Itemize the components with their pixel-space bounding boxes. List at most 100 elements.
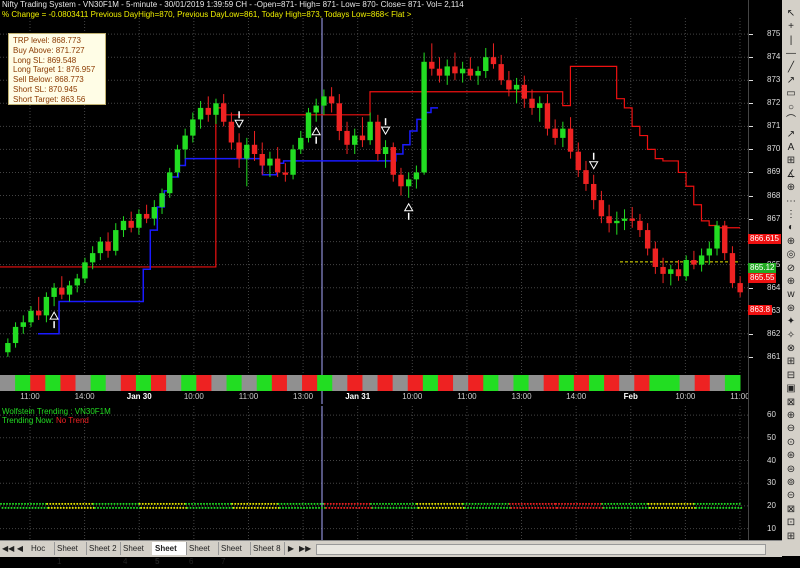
candle <box>136 209 142 235</box>
tab-sheet-8[interactable]: Sheet 8 <box>250 542 285 555</box>
osc-dot <box>440 502 443 505</box>
pattern-icon[interactable]: ⊜ <box>784 464 798 476</box>
ring-icon[interactable]: ⊚ <box>784 477 798 489</box>
candle-body <box>367 121 373 141</box>
dot-icon[interactable]: ⊙ <box>784 437 798 449</box>
y-tick-mark <box>749 218 753 220</box>
osc-dot <box>158 506 161 509</box>
candle-body <box>382 147 389 155</box>
osc-dot <box>534 506 537 509</box>
arrow-icon[interactable]: ↗ <box>784 129 798 141</box>
square-icon[interactable]: ▣ <box>784 383 798 395</box>
prev-sheet-button[interactable]: ◀ <box>15 542 25 555</box>
dash-icon[interactable]: ⊝ <box>784 490 798 502</box>
ray-icon[interactable]: ↗ <box>784 75 798 87</box>
osc-dot <box>397 502 399 505</box>
osc-dot <box>652 506 654 509</box>
candle-body <box>197 107 204 120</box>
horizontal-line-icon[interactable]: — <box>784 48 798 60</box>
osc-dot <box>280 502 283 505</box>
osc-dot <box>182 506 185 509</box>
fib-icon[interactable]: ◐ <box>784 222 798 234</box>
osc-dot <box>620 506 623 509</box>
buy-signal-arrow <box>403 202 414 212</box>
grid-icon[interactable]: ⊞ <box>784 155 798 167</box>
osc-dot <box>520 502 523 505</box>
tab-sheet-7[interactable]: Sheet 7 <box>218 542 251 566</box>
osc-dot <box>395 506 398 509</box>
dots-icon[interactable]: ⋮ <box>784 209 798 221</box>
x-tick-label: 11:00 <box>20 392 40 401</box>
frame-icon[interactable]: ⊡ <box>784 517 798 529</box>
osc-dot <box>729 502 732 505</box>
tab-sheet-1[interactable]: Sheet 1 <box>54 542 87 566</box>
circle-add-icon[interactable]: ⊕ <box>784 236 798 248</box>
osc-dot <box>116 502 119 505</box>
tab-sheet-4[interactable]: Sheet 4 <box>120 542 153 566</box>
tab-sheet-2[interactable]: Sheet 2 <box>86 542 121 555</box>
plus-circle-icon[interactable]: ⊕ <box>784 276 798 288</box>
gear-icon[interactable]: ⊛ <box>784 450 798 462</box>
horizontal-scrollbar[interactable] <box>316 544 766 555</box>
minus-box-icon[interactable]: ⊟ <box>784 370 798 382</box>
osc-dot <box>467 506 469 509</box>
target-icon[interactable]: ◎ <box>784 249 798 261</box>
candle-body <box>614 220 620 224</box>
osc-dot <box>470 506 472 509</box>
trend-bar-segment <box>151 375 167 391</box>
next-sheet-button[interactable]: ▶ <box>286 542 296 555</box>
candle <box>429 43 435 76</box>
crosshair-icon[interactable]: + <box>784 21 798 33</box>
osc-dot <box>125 502 128 505</box>
spark2-icon[interactable]: ✧ <box>784 330 798 342</box>
layout-icon[interactable]: ⊞ <box>784 531 798 543</box>
x-box-icon[interactable]: ⊠ <box>784 397 798 409</box>
candle <box>367 112 373 145</box>
select-icon[interactable]: ↖ <box>784 8 798 20</box>
osc-dot <box>613 502 616 505</box>
candle-body <box>352 135 358 145</box>
spark-icon[interactable]: ✦ <box>784 316 798 328</box>
osc-dot <box>306 506 308 509</box>
rectangle-icon[interactable]: ▭ <box>784 88 798 100</box>
trend-line-icon[interactable]: ╱ <box>784 62 798 74</box>
oscillator-panel[interactable]: Wolfstein Trending : VN30F1M Trending No… <box>0 406 748 540</box>
candle <box>544 94 551 136</box>
tab-sheet-5[interactable]: Sheet 5 <box>152 542 187 566</box>
zoom-in-icon[interactable]: ⊕ <box>784 410 798 422</box>
tab-hoc[interactable]: Hoc <box>28 542 55 555</box>
add-icon[interactable]: ⊕ <box>784 182 798 194</box>
cross-icon[interactable]: ⊗ <box>784 343 798 355</box>
close-box-icon[interactable]: ⊠ <box>784 504 798 516</box>
ellipse-icon[interactable]: ○ <box>784 102 798 114</box>
osc-dot <box>77 506 80 509</box>
zoom-out-icon[interactable]: ⊖ <box>784 423 798 435</box>
text-icon[interactable]: A <box>784 142 798 154</box>
osc-dot <box>683 502 686 505</box>
osc-dot <box>389 506 392 509</box>
arc-icon[interactable]: ⌒ <box>784 115 798 127</box>
wave-icon[interactable]: w <box>784 289 798 301</box>
osc-dot <box>638 506 641 509</box>
osc-dot <box>109 506 111 509</box>
no-icon[interactable]: ⊘ <box>784 263 798 275</box>
price-chart-panel[interactable]: 11:00 14:00 Jan 30 10:00 11:00 13:00 Jan 31 10:… <box>0 18 750 404</box>
angle-icon[interactable]: ∡ <box>784 169 798 181</box>
first-sheet-button[interactable]: ◀◀ <box>2 542 14 555</box>
star-icon[interactable]: ⊛ <box>784 303 798 315</box>
vertical-line-icon[interactable]: | <box>784 35 798 47</box>
more-icon[interactable]: ⋯ <box>784 196 798 208</box>
osc-dot <box>486 502 489 505</box>
candle <box>621 209 628 231</box>
y-tick-mark <box>749 103 753 105</box>
tab-sheet-6[interactable]: Sheet 6 <box>186 542 219 566</box>
last-sheet-button[interactable]: ▶▶ <box>299 542 311 555</box>
box-icon[interactable]: ⊞ <box>784 356 798 368</box>
osc-dot <box>36 502 38 505</box>
osc-dot <box>301 502 304 505</box>
y-tick-label: 871 <box>767 121 781 131</box>
candle-body <box>259 154 265 166</box>
osc-dot <box>244 506 247 509</box>
candle <box>421 52 427 175</box>
candle <box>82 257 88 284</box>
